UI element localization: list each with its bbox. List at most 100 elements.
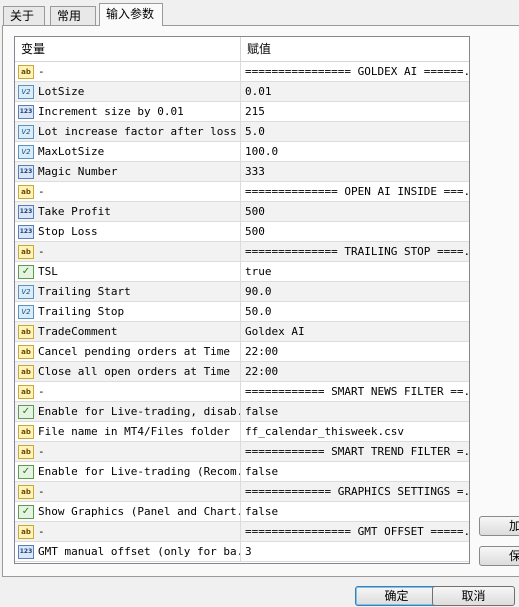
tab-inputs[interactable]: 输入参数 xyxy=(99,3,163,26)
variable-cell[interactable]: ab - xyxy=(15,482,241,501)
variable-cell[interactable]: V2 LotSize xyxy=(15,82,241,101)
column-header-variable[interactable]: 变量 xyxy=(15,37,241,61)
value-cell[interactable]: Goldex AI xyxy=(241,322,469,341)
table-row[interactable]: 123 Increment size by 0.01 215 xyxy=(15,102,469,122)
value-cell[interactable]: ============== TRAILING STOP ====... xyxy=(241,242,469,261)
variable-cell[interactable]: ab - xyxy=(15,442,241,461)
variable-name: Enable for Live-trading (Recom... xyxy=(38,465,241,478)
variable-name: File name in MT4/Files folder xyxy=(38,425,231,438)
table-row[interactable]: ab - ================ GMT OFFSET =====... xyxy=(15,522,469,542)
variable-cell[interactable]: ab Cancel pending orders at Time xyxy=(15,342,241,361)
value-cell[interactable]: false xyxy=(241,462,469,481)
table-row[interactable]: 123 Stop Loss 500 xyxy=(15,222,469,242)
table-row[interactable]: ab Close all open orders at Time 22:00 xyxy=(15,362,469,382)
boolean-type-icon: ✓ xyxy=(18,464,34,479)
variable-cell[interactable]: ab - xyxy=(15,382,241,401)
ok-button[interactable]: 确定 xyxy=(355,586,438,606)
value-cell[interactable]: ============= GRAPHICS SETTINGS =... xyxy=(241,482,469,501)
value-cell[interactable]: ================ GOLDEX AI ======... xyxy=(241,62,469,81)
value-cell[interactable]: 5.0 xyxy=(241,122,469,141)
table-row[interactable]: ab - ============= GRAPHICS SETTINGS =... xyxy=(15,482,469,502)
boolean-type-icon: ✓ xyxy=(18,404,34,419)
table-row[interactable]: ab File name in MT4/Files folder ff_calend… xyxy=(15,422,469,442)
table-row[interactable]: V2 Trailing Start 90.0 xyxy=(15,282,469,302)
double-type-icon: V2 xyxy=(18,84,34,99)
value-cell[interactable]: 333 xyxy=(241,162,469,181)
tab-about[interactable]: 关于 xyxy=(3,6,45,25)
table-row[interactable]: V2 Trailing Stop 50.0 xyxy=(15,302,469,322)
value-cell[interactable]: false xyxy=(241,502,469,521)
variable-name: Trailing Stop xyxy=(38,305,125,318)
variable-cell[interactable]: ✓ TSL xyxy=(15,262,241,281)
variable-cell[interactable]: ab - xyxy=(15,182,241,201)
variable-cell[interactable]: ab Close all open orders at Time xyxy=(15,362,241,381)
table-row[interactable]: ab - ============== OPEN AI INSIDE ===... xyxy=(15,182,469,202)
table-row[interactable]: ab Cancel pending orders at Time 22:00 xyxy=(15,342,469,362)
variable-name: Stop Loss xyxy=(38,225,98,238)
string-type-icon: ab xyxy=(18,364,34,379)
boolean-type-icon: ✓ xyxy=(18,264,34,279)
table-body: ab - ================ GOLDEX AI ======... V… xyxy=(15,62,469,562)
value-cell[interactable]: ================ GMT OFFSET =====... xyxy=(241,522,469,541)
table-row[interactable]: ✓ Enable for Live-trading, disab... false xyxy=(15,402,469,422)
table-row[interactable]: ab - ============ SMART TREND FILTER =... xyxy=(15,442,469,462)
value-cell[interactable]: 22:00 xyxy=(241,342,469,361)
variable-cell[interactable]: 123 Magic Number xyxy=(15,162,241,181)
value-cell[interactable]: 3 xyxy=(241,542,469,561)
variable-cell[interactable]: V2 MaxLotSize xyxy=(15,142,241,161)
table-row[interactable]: ✓ Show Graphics (Panel and Chart... false xyxy=(15,502,469,522)
tab-strip: 关于 常用 输入参数 xyxy=(0,0,519,26)
value-cell[interactable]: ============ SMART TREND FILTER =... xyxy=(241,442,469,461)
table-row[interactable]: ✓ Enable for Live-trading (Recom... false xyxy=(15,462,469,482)
variable-cell[interactable]: ab File name in MT4/Files folder xyxy=(15,422,241,441)
column-header-value[interactable]: 赋值 xyxy=(241,37,271,61)
table-row[interactable]: ab - ============ SMART NEWS FILTER ==... xyxy=(15,382,469,402)
variable-name: GMT manual offset (only for ba... xyxy=(38,545,241,558)
integer-type-icon: 123 xyxy=(18,544,34,559)
integer-type-icon: 123 xyxy=(18,204,34,219)
cancel-button[interactable]: 取消 xyxy=(432,586,515,606)
variable-cell[interactable]: ab - xyxy=(15,242,241,261)
variable-cell[interactable]: V2 Trailing Start xyxy=(15,282,241,301)
variable-cell[interactable]: ab - xyxy=(15,522,241,541)
table-row[interactable]: 123 GMT manual offset (only for ba... 3 xyxy=(15,542,469,562)
table-row[interactable]: 123 Magic Number 333 xyxy=(15,162,469,182)
variable-cell[interactable]: 123 GMT manual offset (only for ba... xyxy=(15,542,241,561)
tab-common[interactable]: 常用 xyxy=(50,6,96,25)
value-cell[interactable]: 500 xyxy=(241,222,469,241)
load-button[interactable]: 加 xyxy=(479,516,519,536)
table-row[interactable]: ab - ============== TRAILING STOP ====... xyxy=(15,242,469,262)
table-row[interactable]: 123 Take Profit 500 xyxy=(15,202,469,222)
value-cell[interactable]: 100.0 xyxy=(241,142,469,161)
save-button[interactable]: 保 xyxy=(479,546,519,566)
value-cell[interactable]: 500 xyxy=(241,202,469,221)
value-cell[interactable]: 50.0 xyxy=(241,302,469,321)
table-row[interactable]: V2 LotSize 0.01 xyxy=(15,82,469,102)
variable-name: - xyxy=(38,245,45,258)
variable-cell[interactable]: ab TradeComment xyxy=(15,322,241,341)
table-row[interactable]: ab TradeComment Goldex AI xyxy=(15,322,469,342)
value-cell[interactable]: true xyxy=(241,262,469,281)
variable-cell[interactable]: V2 Lot increase factor after loss xyxy=(15,122,241,141)
variable-cell[interactable]: 123 Take Profit xyxy=(15,202,241,221)
variable-cell[interactable]: 123 Stop Loss xyxy=(15,222,241,241)
table-row[interactable]: ab - ================ GOLDEX AI ======... xyxy=(15,62,469,82)
value-cell[interactable]: 0.01 xyxy=(241,82,469,101)
variable-cell[interactable]: 123 Increment size by 0.01 xyxy=(15,102,241,121)
value-cell[interactable]: ff_calendar_thisweek.csv xyxy=(241,422,469,441)
value-cell[interactable]: ============== OPEN AI INSIDE ===... xyxy=(241,182,469,201)
variable-cell[interactable]: ab - xyxy=(15,62,241,81)
value-cell[interactable]: ============ SMART NEWS FILTER ==... xyxy=(241,382,469,401)
table-row[interactable]: V2 MaxLotSize 100.0 xyxy=(15,142,469,162)
table-row[interactable]: ✓ TSL true xyxy=(15,262,469,282)
variable-cell[interactable]: ✓ Enable for Live-trading (Recom... xyxy=(15,462,241,481)
variable-cell[interactable]: V2 Trailing Stop xyxy=(15,302,241,321)
value-cell[interactable]: 90.0 xyxy=(241,282,469,301)
variable-cell[interactable]: ✓ Enable for Live-trading, disab... xyxy=(15,402,241,421)
value-cell[interactable]: 215 xyxy=(241,102,469,121)
table-row[interactable]: V2 Lot increase factor after loss 5.0 xyxy=(15,122,469,142)
double-type-icon: V2 xyxy=(18,144,34,159)
value-cell[interactable]: 22:00 xyxy=(241,362,469,381)
variable-cell[interactable]: ✓ Show Graphics (Panel and Chart... xyxy=(15,502,241,521)
value-cell[interactable]: false xyxy=(241,402,469,421)
